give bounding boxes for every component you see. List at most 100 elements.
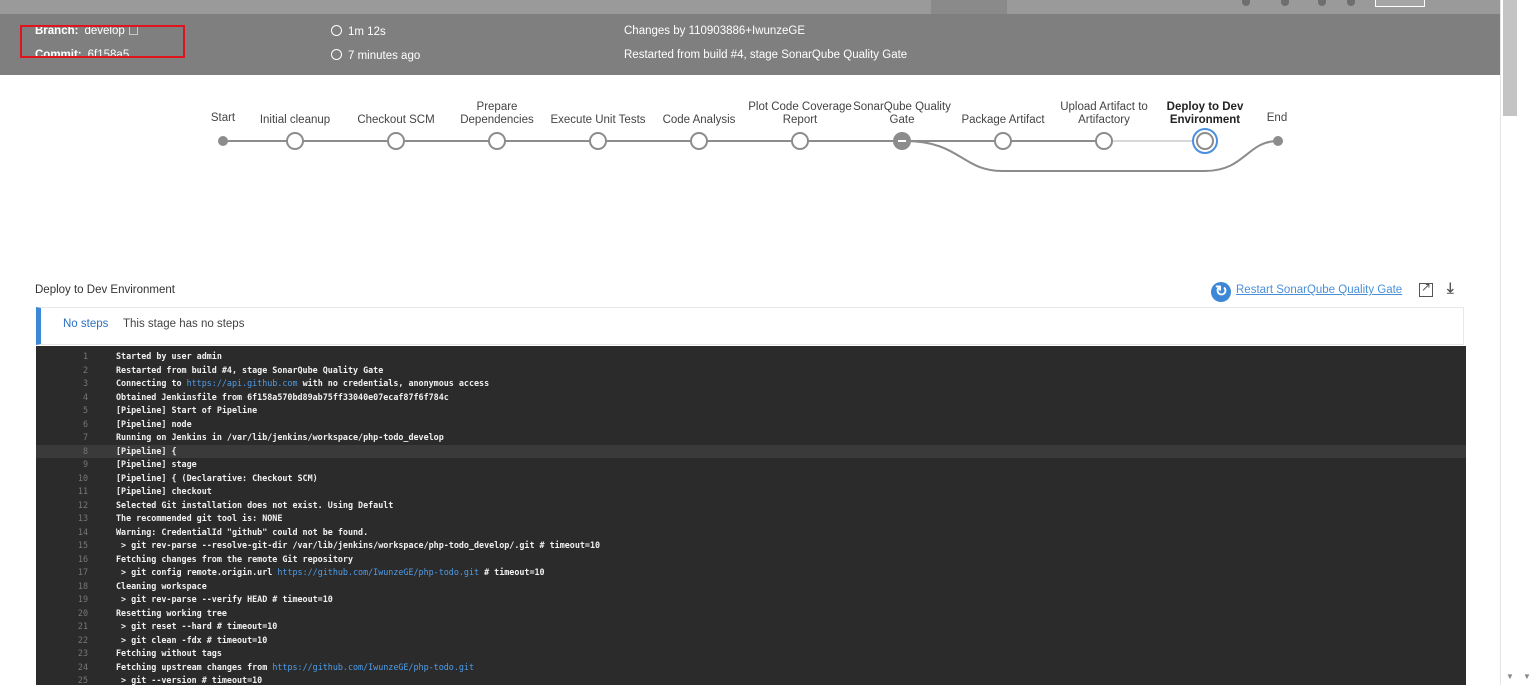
log-text-segment: with no credentials, anonymous access bbox=[297, 378, 490, 388]
log-text-segment: Resetting working tree bbox=[116, 607, 227, 618]
no-steps-message: This stage has no steps bbox=[123, 318, 245, 330]
stage-node-5[interactable] bbox=[791, 132, 809, 150]
log-line-number[interactable]: 18 bbox=[66, 580, 88, 594]
log-line-number[interactable]: 2 bbox=[66, 364, 88, 378]
log-line: 6 [Pipeline] node bbox=[36, 418, 1466, 432]
scrollbar-thumb[interactable] bbox=[1503, 0, 1517, 116]
log-line-number[interactable]: 7 bbox=[66, 431, 88, 445]
restart-icon[interactable] bbox=[1211, 282, 1231, 302]
log-line-text: Fetching without tags bbox=[116, 647, 222, 661]
stage-node-6[interactable] bbox=[893, 132, 911, 150]
user-icon[interactable] bbox=[1281, 0, 1289, 6]
log-line-number[interactable]: 21 bbox=[66, 620, 88, 634]
log-text-segment: Cleaning workspace bbox=[116, 580, 207, 591]
log-line: 17 > git config remote.origin.url https:… bbox=[36, 566, 1466, 580]
log-text-segment: [Pipeline] node bbox=[116, 418, 192, 429]
log-line: 19 > git rev-parse --verify HEAD # timeo… bbox=[36, 593, 1466, 607]
log-line-text: Resetting working tree bbox=[116, 607, 227, 621]
log-text-segment: > git --version # timeout=10 bbox=[116, 675, 263, 685]
log-line-number[interactable]: 8 bbox=[66, 445, 88, 459]
stage-node-9[interactable] bbox=[1192, 128, 1218, 154]
log-text-segment: # timeout=10 bbox=[479, 567, 545, 577]
duration-info: 1m 12s bbox=[331, 25, 386, 38]
stage-node-1[interactable] bbox=[387, 132, 405, 150]
log-line-number[interactable]: 12 bbox=[66, 499, 88, 513]
log-text-segment: > git clean -fdx # timeout=10 bbox=[116, 634, 268, 645]
open-in-new-window-icon[interactable] bbox=[1419, 280, 1433, 297]
log-url-link[interactable]: https://api.github.com bbox=[187, 378, 298, 388]
pipeline-end-node bbox=[1273, 136, 1283, 146]
pipeline-track-bypass bbox=[904, 140, 1279, 172]
log-line-number[interactable]: 17 bbox=[66, 566, 88, 580]
stage-node-0[interactable] bbox=[286, 132, 304, 150]
log-text-segment: Fetching upstream changes from bbox=[116, 661, 273, 672]
scroll-down-arrow-icon[interactable]: ▼ bbox=[1506, 672, 1514, 681]
stage-node-2[interactable] bbox=[488, 132, 506, 150]
log-line: 9 [Pipeline] stage bbox=[36, 458, 1466, 472]
log-line-number[interactable]: 15 bbox=[66, 539, 88, 553]
log-line-number[interactable]: 10 bbox=[66, 472, 88, 486]
log-line: 1 Started by user admin bbox=[36, 350, 1466, 364]
log-line-number[interactable]: 23 bbox=[66, 647, 88, 661]
stage-node-3[interactable] bbox=[589, 132, 607, 150]
duration-icon bbox=[331, 25, 342, 36]
active-tab-indicator[interactable] bbox=[931, 0, 1007, 14]
download-icon[interactable]: ⤓ bbox=[1447, 280, 1454, 297]
log-line-number[interactable]: 20 bbox=[66, 607, 88, 621]
log-url-link[interactable]: https://github.com/IwunzeGE/php-todo.git bbox=[272, 662, 474, 672]
log-line-number[interactable]: 22 bbox=[66, 634, 88, 648]
log-line: 25 > git --version # timeout=10 bbox=[36, 674, 1466, 685]
log-line-text: Selected Git installation does not exist… bbox=[116, 499, 393, 513]
log-text-segment: Connecting to bbox=[116, 378, 187, 388]
log-line: 22 > git clean -fdx # timeout=10 bbox=[36, 634, 1466, 648]
log-line-number[interactable]: 11 bbox=[66, 485, 88, 499]
log-line: 23 Fetching without tags bbox=[36, 647, 1466, 661]
stage-node-4[interactable] bbox=[690, 132, 708, 150]
log-line: 12 Selected Git installation does not exi… bbox=[36, 499, 1466, 513]
log-line: 11 [Pipeline] checkout bbox=[36, 485, 1466, 499]
log-url-link[interactable]: https://github.com/IwunzeGE/php-todo.git bbox=[277, 567, 479, 577]
log-line-text: > git rev-parse --verify HEAD # timeout=… bbox=[116, 593, 333, 607]
log-line: 10 [Pipeline] { (Declarative: Checkout SC… bbox=[36, 472, 1466, 486]
run-header: Branch: develop Commit: 6f158a5 1m 12s 7 m… bbox=[0, 14, 1500, 75]
help-icon[interactable] bbox=[1242, 0, 1250, 6]
log-line-number[interactable]: 1 bbox=[66, 350, 88, 364]
no-steps-panel: No steps This stage has no steps bbox=[36, 307, 1464, 345]
logout-icon[interactable] bbox=[1347, 0, 1355, 6]
log-line-number[interactable]: 5 bbox=[66, 404, 88, 418]
log-line-number[interactable]: 13 bbox=[66, 512, 88, 526]
log-text-segment: [Pipeline] Start of Pipeline bbox=[116, 405, 258, 415]
log-line: 14 Warning: CredentialId "github" could n… bbox=[36, 526, 1466, 540]
stage-node-7[interactable] bbox=[994, 132, 1012, 150]
log-line-text: [Pipeline] stage bbox=[116, 458, 197, 472]
log-text-segment: [Pipeline] stage bbox=[116, 459, 197, 469]
log-text-segment: Started by user admin bbox=[116, 351, 222, 361]
log-text-segment: > git config remote.origin.url bbox=[116, 567, 278, 577]
log-line-number[interactable]: 9 bbox=[66, 458, 88, 472]
log-line: 16 Fetching changes from the remote Git r… bbox=[36, 553, 1466, 567]
scroll-down-arrow-icon-2[interactable]: ▼ bbox=[1523, 672, 1531, 681]
log-text-segment: Restarted from build #4, stage SonarQube… bbox=[116, 364, 384, 375]
log-line-number[interactable]: 14 bbox=[66, 526, 88, 540]
log-line-number[interactable]: 4 bbox=[66, 391, 88, 405]
settings-icon[interactable] bbox=[1318, 0, 1326, 6]
log-line-number[interactable]: 19 bbox=[66, 593, 88, 607]
stage-node-8[interactable] bbox=[1095, 132, 1113, 150]
restart-stage-link[interactable]: Restart SonarQube Quality Gate bbox=[1236, 284, 1402, 296]
log-line-number[interactable]: 24 bbox=[66, 661, 88, 675]
log-line: 13 The recommended git tool is: NONE bbox=[36, 512, 1466, 526]
log-text-segment: Fetching without tags bbox=[116, 648, 222, 658]
changes-info: Changes by 110903886+IwunzeGE bbox=[624, 25, 806, 37]
log-line-text: [Pipeline] { (Declarative: Checkout SCM) bbox=[116, 472, 318, 486]
log-line-text: > git rev-parse --resolve-git-dir /var/l… bbox=[116, 539, 600, 553]
log-line-number[interactable]: 16 bbox=[66, 553, 88, 567]
log-text-segment: Running on Jenkins in /var/lib/jenkins/w… bbox=[116, 432, 444, 442]
log-line: 21 > git reset --hard # timeout=10 bbox=[36, 620, 1466, 634]
log-line-number[interactable]: 25 bbox=[66, 674, 88, 685]
log-line-text: Connecting to https://api.github.com wit… bbox=[116, 377, 489, 391]
log-line-number[interactable]: 3 bbox=[66, 377, 88, 391]
logout-button[interactable] bbox=[1375, 0, 1425, 7]
log-line-number[interactable]: 6 bbox=[66, 418, 88, 432]
log-text-segment: [Pipeline] checkout bbox=[116, 486, 212, 496]
console-log[interactable]: 1 Started by user admin 2 Restarted from bu… bbox=[36, 346, 1466, 685]
